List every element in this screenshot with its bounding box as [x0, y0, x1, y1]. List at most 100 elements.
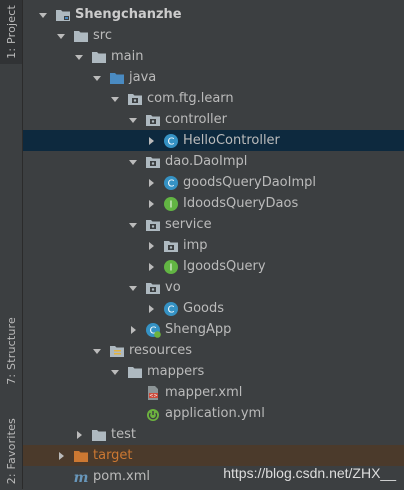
tree-row[interactable]: mappers [23, 361, 404, 382]
tree-item-label: controller [165, 112, 228, 127]
tree-item-label: pom.xml [93, 469, 150, 484]
chevron-down-icon[interactable] [127, 151, 139, 172]
tree-item-label: imp [183, 238, 208, 253]
tree-row[interactable]: controller [23, 109, 404, 130]
tree-row[interactable]: Shengchanzhe [23, 4, 404, 25]
project-tree-panel: Shengchanzhe src main java com.ftg.learn cont… [23, 0, 404, 489]
tree-row[interactable]: <> mapper.xml [23, 382, 404, 403]
tree-item-label: HelloController [183, 133, 280, 148]
tree-row[interactable]: I IgoodsQuery [23, 256, 404, 277]
svg-text:C: C [168, 304, 175, 315]
folder-icon [127, 364, 143, 380]
tree-item-label: service [165, 217, 212, 232]
tree-item-label: goodsQueryDaoImpl [183, 175, 316, 190]
chevron-right-icon[interactable] [145, 130, 157, 151]
chevron-down-icon[interactable] [127, 109, 139, 130]
chevron-right-icon[interactable] [145, 193, 157, 214]
class-icon: C [163, 133, 179, 149]
class-icon: C [163, 301, 179, 317]
tree-item-label: Goods [183, 301, 225, 316]
chevron-down-icon[interactable] [127, 277, 139, 298]
chevron-right-icon[interactable] [55, 445, 67, 466]
tree-row[interactable]: C HelloController [23, 130, 404, 151]
package-icon [145, 154, 161, 170]
tree-item-label: IdoodsQueryDaos [183, 196, 299, 211]
tree-row[interactable]: CgoodsQueryDaoImpl [23, 172, 404, 193]
interface-icon: I [163, 196, 179, 212]
watermark: https://blog.csdn.net/ZHX__ [223, 465, 396, 481]
tree-row[interactable]: test [23, 424, 404, 445]
package-icon [127, 91, 143, 107]
spring-boot-class-icon: C [145, 322, 161, 338]
tree-item-label: java [129, 70, 157, 85]
chevron-right-icon[interactable] [127, 319, 139, 340]
tree-item-label: ShengApp [165, 322, 232, 337]
tree-row[interactable]: I IdoodsQueryDaos [23, 193, 404, 214]
tree-row[interactable]: service [23, 214, 404, 235]
chevron-right-icon[interactable] [73, 424, 85, 445]
tree-row[interactable]: resources [23, 340, 404, 361]
tree-row[interactable]: vo [23, 277, 404, 298]
package-icon [145, 280, 161, 296]
chevron-down-icon[interactable] [91, 340, 103, 361]
svg-text:I: I [170, 199, 173, 210]
chevron-down-icon[interactable] [91, 67, 103, 88]
package-icon [145, 217, 161, 233]
svg-text:C: C [168, 178, 175, 189]
tree-arrow-spacer [127, 403, 139, 424]
chevron-right-icon[interactable] [145, 235, 157, 256]
svg-text:m: m [74, 470, 89, 485]
chevron-right-icon[interactable] [145, 298, 157, 319]
tree-row[interactable]: com.ftg.learn [23, 88, 404, 109]
tree-item-label: dao.DaoImpl [165, 154, 248, 169]
svg-text:<>: <> [149, 393, 157, 399]
chevron-down-icon[interactable] [37, 4, 49, 25]
tree-row[interactable]: src [23, 25, 404, 46]
tree-item-label: Shengchanzhe [75, 7, 182, 22]
tree-item-label: test [111, 427, 136, 442]
tree-item-label: src [93, 28, 112, 43]
tree-item-label: vo [165, 280, 181, 295]
folder-icon [91, 49, 107, 65]
tree-row[interactable]: java [23, 67, 404, 88]
structure-tab-label: 7: Structure [4, 317, 18, 385]
maven-icon: m [73, 469, 89, 486]
tree-row[interactable]: C Goods [23, 298, 404, 319]
svg-text:I: I [170, 262, 173, 273]
chevron-down-icon[interactable] [73, 46, 85, 67]
package-icon [163, 238, 179, 254]
excluded-folder-icon [73, 448, 89, 464]
tree-item-label: mappers [147, 364, 205, 379]
tree-row[interactable]: target [23, 445, 404, 466]
folder-icon [73, 28, 89, 44]
tree-row[interactable]: imp [23, 235, 404, 256]
favorites-tool-tab[interactable]: 2: Favorites [0, 412, 22, 490]
tree-item-label: resources [129, 343, 193, 358]
xml-file-icon: <> [145, 385, 161, 401]
chevron-down-icon[interactable] [55, 25, 67, 46]
tree-arrow-spacer [55, 466, 67, 487]
tree-item-label: target [93, 448, 133, 463]
chevron-down-icon[interactable] [109, 88, 121, 109]
yml-file-icon [145, 406, 161, 422]
chevron-right-icon[interactable] [145, 256, 157, 277]
structure-tool-tab[interactable]: 7: Structure [0, 312, 22, 390]
chevron-right-icon[interactable] [145, 172, 157, 193]
tree-item-label: mapper.xml [165, 385, 243, 400]
tree-row[interactable]: application.yml [23, 403, 404, 424]
tree-item-label: main [111, 49, 144, 64]
project-tab-label: 1: Project [4, 5, 18, 59]
source-folder-icon [109, 70, 125, 86]
class-icon: C [163, 175, 179, 191]
chevron-down-icon[interactable] [109, 361, 121, 382]
package-icon [145, 112, 161, 128]
tree-row[interactable]: C ShengApp [23, 319, 404, 340]
project-tool-tab[interactable]: 1: Project [0, 0, 22, 64]
tree-row[interactable]: dao.DaoImpl [23, 151, 404, 172]
resources-folder-icon [109, 343, 125, 359]
tree-item-label: com.ftg.learn [147, 91, 234, 106]
folder-icon [91, 427, 107, 443]
favorites-tab-label: 2: Favorites [4, 417, 18, 485]
chevron-down-icon[interactable] [127, 214, 139, 235]
tree-row[interactable]: main [23, 46, 404, 67]
